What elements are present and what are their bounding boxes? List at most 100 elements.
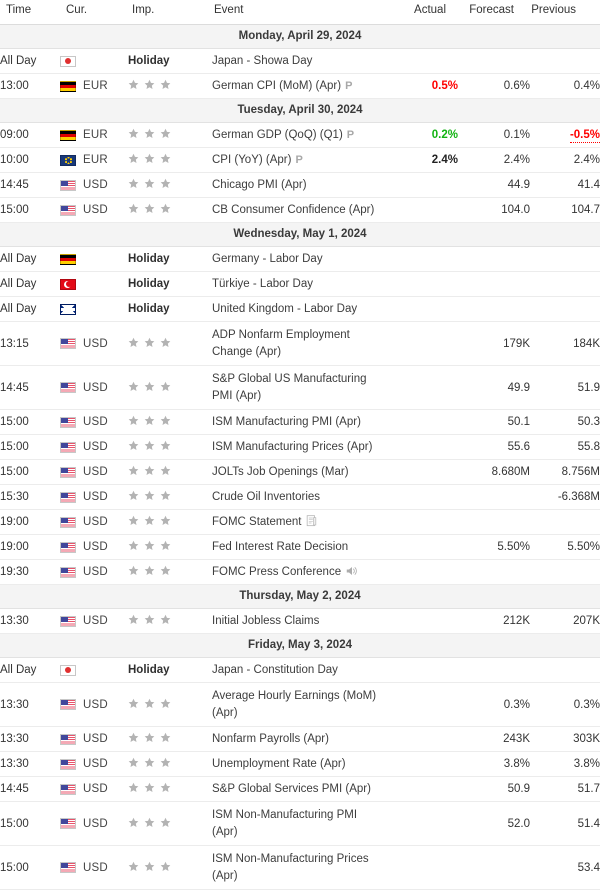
- event-name[interactable]: ISM Manufacturing PMI (Apr): [212, 416, 361, 428]
- event-name[interactable]: ISM Non-Manufacturing Prices (Apr): [212, 853, 369, 881]
- event-cell: ADP Nonfarm Employment Change (Apr): [212, 321, 384, 366]
- flag-us-icon: [60, 382, 76, 393]
- event-name[interactable]: ISM Non-Manufacturing PMI (Apr): [212, 809, 357, 837]
- column-header-event[interactable]: Event: [212, 0, 384, 25]
- table-row[interactable]: 19:00 USD Fed Interest Rate Decision 5.50% 5…: [0, 534, 600, 560]
- table-row[interactable]: 15:00 USD ISM Manufacturing Prices (Apr) 55…: [0, 434, 600, 460]
- flag-us-icon: [60, 338, 76, 349]
- event-currency-cell: [60, 271, 128, 297]
- table-row[interactable]: 14:45 USD Chicago PMI (Apr) 44.9 41.4: [0, 172, 600, 198]
- event-cell: German CPI (MoM) (Apr) P: [212, 73, 384, 99]
- event-cell: Chicago PMI (Apr): [212, 172, 384, 198]
- event-previous: -0.5%: [530, 122, 600, 148]
- event-name[interactable]: CB Consumer Confidence (Apr): [212, 204, 374, 216]
- event-name[interactable]: United Kingdom - Labor Day: [212, 303, 357, 315]
- table-row[interactable]: 15:00 USD CB Consumer Confidence (Apr) 104.…: [0, 197, 600, 223]
- table-row[interactable]: 13:00 EUR German CPI (MoM) (Apr) P 0.5% 0.6% 0…: [0, 73, 600, 99]
- event-name[interactable]: Fed Interest Rate Decision: [212, 541, 348, 553]
- table-row[interactable]: All Day Holiday Japan - Showa Day: [0, 48, 600, 74]
- table-row[interactable]: All Day Holiday Türkiye - Labor Day: [0, 271, 600, 297]
- importance-star-icon: [128, 540, 139, 551]
- column-header-actual[interactable]: Actual: [384, 0, 458, 25]
- event-name[interactable]: ADP Nonfarm Employment Change (Apr): [212, 329, 350, 357]
- event-name[interactable]: JOLTs Job Openings (Mar): [212, 466, 349, 478]
- event-name[interactable]: German CPI (MoM) (Apr): [212, 80, 341, 92]
- importance-star-icon: [160, 153, 171, 164]
- event-previous: 53.4: [530, 845, 600, 890]
- event-name[interactable]: S&P Global Services PMI (Apr): [212, 783, 371, 795]
- importance-star-icon: [144, 732, 155, 743]
- calendar-header: Time Cur. Imp. Event Actual Forecast Pre…: [0, 0, 600, 25]
- event-currency-cell: USD: [60, 365, 128, 410]
- table-row[interactable]: 15:00 USD JOLTs Job Openings (Mar) 8.680M 8.…: [0, 459, 600, 485]
- column-header-forecast[interactable]: Forecast: [458, 0, 530, 25]
- event-actual: [384, 484, 458, 510]
- event-currency-cell: USD: [60, 751, 128, 777]
- table-row[interactable]: 15:00 USD ISM Non-Manufacturing PMI (Apr) 5…: [0, 801, 600, 846]
- event-name[interactable]: Initial Jobless Claims: [212, 615, 319, 627]
- event-cell: Unemployment Rate (Apr): [212, 751, 384, 777]
- event-name[interactable]: CPI (YoY) (Apr): [212, 154, 291, 166]
- event-forecast: 50.9: [458, 776, 530, 802]
- event-name[interactable]: Japan - Constitution Day: [212, 664, 338, 676]
- event-actual: [384, 559, 458, 585]
- event-name[interactable]: FOMC Press Conference: [212, 566, 341, 578]
- table-row[interactable]: 14:45 USD S&P Global US Manufacturing PMI …: [0, 365, 600, 410]
- event-name[interactable]: Unemployment Rate (Apr): [212, 758, 346, 770]
- table-row[interactable]: 13:30 USD Nonfarm Payrolls (Apr) 243K 303K: [0, 726, 600, 752]
- currency-code: USD: [83, 566, 108, 578]
- event-name[interactable]: FOMC Statement: [212, 516, 301, 528]
- importance-star-icon: [144, 817, 155, 828]
- importance-stars: [128, 565, 171, 576]
- event-currency-cell: EUR: [60, 73, 128, 99]
- importance-stars: [128, 79, 171, 90]
- event-actual: [384, 434, 458, 460]
- column-header-previous[interactable]: Previous: [530, 0, 600, 25]
- column-header-time[interactable]: Time: [0, 0, 60, 25]
- event-name[interactable]: German GDP (QoQ) (Q1): [212, 129, 343, 141]
- audio-icon[interactable]: [346, 565, 357, 577]
- table-row[interactable]: All Day Holiday United Kingdom - Labor Day: [0, 296, 600, 322]
- event-name[interactable]: Türkiye - Labor Day: [212, 278, 313, 290]
- event-name[interactable]: ISM Manufacturing Prices (Apr): [212, 441, 372, 453]
- event-name[interactable]: Nonfarm Payrolls (Apr): [212, 733, 329, 745]
- event-importance: Holiday: [128, 48, 212, 74]
- document-icon[interactable]: [306, 515, 317, 527]
- event-name[interactable]: Germany - Labor Day: [212, 253, 323, 265]
- table-row[interactable]: 15:30 USD Crude Oil Inventories -6.368M: [0, 484, 600, 510]
- event-name[interactable]: S&P Global US Manufacturing PMI (Apr): [212, 373, 366, 401]
- event-name[interactable]: Chicago PMI (Apr): [212, 179, 307, 191]
- table-row[interactable]: 19:00 USD FOMC Statement: [0, 509, 600, 535]
- flag-us-icon: [60, 615, 76, 627]
- importance-star-icon: [128, 698, 139, 709]
- importance-star-icon: [128, 490, 139, 501]
- column-header-currency[interactable]: Cur.: [60, 0, 128, 25]
- event-time: 19:30: [0, 559, 60, 585]
- column-header-importance[interactable]: Imp.: [128, 0, 212, 25]
- table-row[interactable]: 10:00 EUR CPI (YoY) (Apr) P 2.4% 2.4% 2.4%: [0, 147, 600, 173]
- flag-de-icon: [60, 80, 76, 92]
- event-cell: United Kingdom - Labor Day: [212, 296, 384, 322]
- table-row[interactable]: 14:45 USD S&P Global Services PMI (Apr) 50.…: [0, 776, 600, 802]
- importance-star-icon: [160, 861, 171, 872]
- event-cell: ISM Manufacturing PMI (Apr): [212, 409, 384, 435]
- table-row[interactable]: All Day Holiday Japan - Constitution Day: [0, 657, 600, 683]
- table-row[interactable]: 15:00 USD ISM Manufacturing PMI (Apr) 50.1 5…: [0, 409, 600, 435]
- table-row[interactable]: 13:30 USD Initial Jobless Claims 212K 207K: [0, 608, 600, 634]
- table-row[interactable]: 13:30 USD Unemployment Rate (Apr) 3.8% 3.8%: [0, 751, 600, 777]
- event-name[interactable]: Japan - Showa Day: [212, 55, 312, 67]
- holiday-label: Holiday: [128, 664, 170, 676]
- event-actual: [384, 365, 458, 410]
- event-name[interactable]: Crude Oil Inventories: [212, 491, 320, 503]
- table-row[interactable]: 13:15 USD ADP Nonfarm Employment Change (A…: [0, 321, 600, 366]
- table-row[interactable]: 19:30 USD FOMC Press Conference: [0, 559, 600, 585]
- table-row[interactable]: 15:00 USD ISM Non-Manufacturing Prices (Ap…: [0, 845, 600, 890]
- importance-star-icon: [144, 153, 155, 164]
- event-name[interactable]: Average Hourly Earnings (MoM) (Apr): [212, 690, 376, 718]
- day-date-label: Friday, May 3, 2024: [0, 633, 600, 658]
- table-row[interactable]: 13:30 USD Average Hourly Earnings (MoM) (A…: [0, 682, 600, 727]
- event-forecast: 2.4%: [458, 147, 530, 173]
- event-forecast: 3.8%: [458, 751, 530, 777]
- table-row[interactable]: 09:00 EUR German GDP (QoQ) (Q1) P 0.2% 0.1% -0…: [0, 122, 600, 148]
- table-row[interactable]: All Day Holiday Germany - Labor Day: [0, 246, 600, 272]
